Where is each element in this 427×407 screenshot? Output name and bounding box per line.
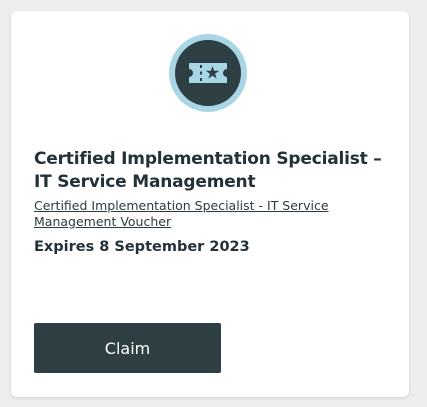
voucher-card: Certified Implementation Specialist – IT… [11,11,409,397]
voucher-link[interactable]: Certified Implementation Specialist - IT… [34,198,384,230]
claim-button[interactable]: Claim [34,323,221,373]
expiry-date: Expires 8 September 2023 [34,239,250,255]
ticket-star-icon [169,34,247,112]
voucher-title: Certified Implementation Specialist – IT… [34,149,382,192]
